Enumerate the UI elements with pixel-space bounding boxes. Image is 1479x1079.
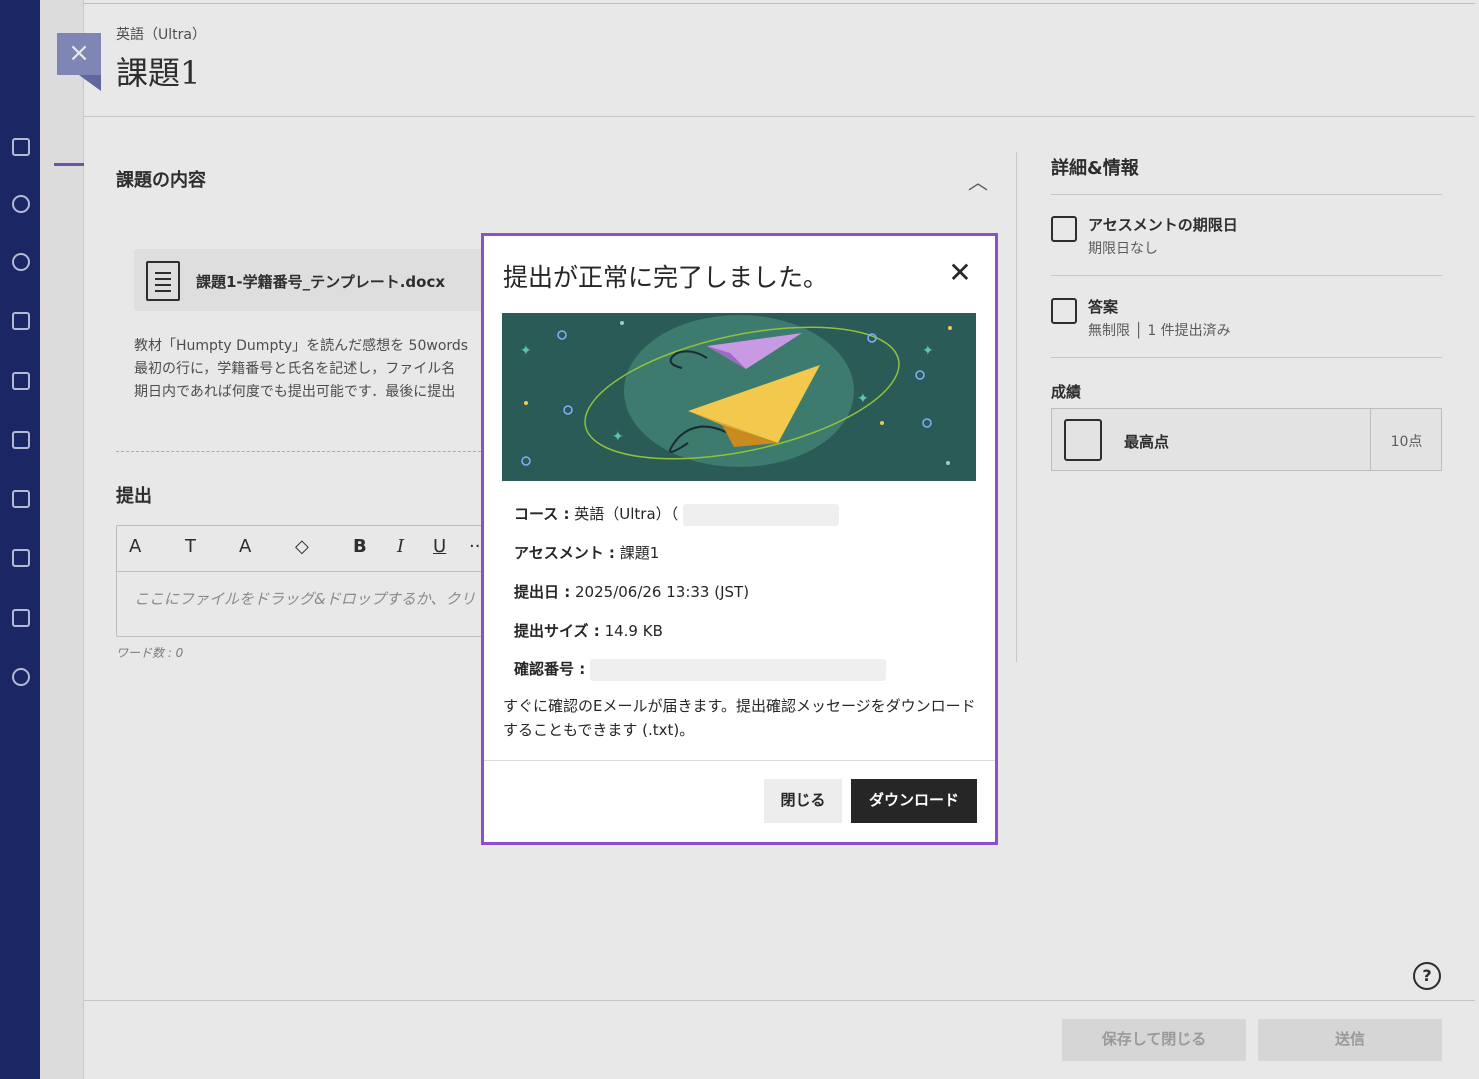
svg-text:✦: ✦ <box>922 343 934 359</box>
size-info: 提出サイズ : 14.9 KB <box>514 620 663 641</box>
paper-plane-illustration: ✦ ✦ ✦ ✦ <box>502 313 976 481</box>
redacted-confirmation-number <box>590 658 887 681</box>
dialog-footer: 閉じる ダウンロード <box>484 760 995 845</box>
assessment-value: 課題1 <box>619 544 660 562</box>
date-info: 提出日 : 2025/06/26 13:33 (JST) <box>514 581 749 602</box>
redacted-course-id <box>682 503 839 526</box>
svg-text:✦: ✦ <box>857 391 869 407</box>
size-key: 提出サイズ : <box>514 622 600 640</box>
close-button[interactable]: 閉じる <box>764 779 842 823</box>
confirmation-info: 確認番号 : <box>514 658 887 681</box>
svg-text:✦: ✦ <box>612 429 624 445</box>
size-value: 14.9 KB <box>604 622 663 640</box>
download-button[interactable]: ダウンロード <box>851 779 977 823</box>
date-value: 2025/06/26 13:33 (JST) <box>575 583 750 601</box>
assessment-key: アセスメント : <box>514 544 615 562</box>
assessment-info: アセスメント : 課題1 <box>514 542 659 563</box>
close-icon[interactable]: ✕ <box>946 259 974 288</box>
confirmation-key: 確認番号 : <box>514 660 586 678</box>
course-info: コース : 英語（Ultra）（ <box>514 503 839 526</box>
submission-success-dialog: 提出が正常に完了しました。 ✕ ✦ ✦ ✦ ✦ コース: 英語（Ultra）（… <box>481 233 998 845</box>
course-value: 英語（Ultra）（ <box>574 505 679 523</box>
course-key: コース : <box>514 505 570 523</box>
date-key: 提出日 : <box>514 583 571 601</box>
svg-text:✦: ✦ <box>520 343 532 359</box>
dialog-title: 提出が正常に完了しました。 <box>503 263 829 292</box>
dialog-note: すぐに確認のEメールが届きます。提出確認メッセージをダウンロードすることもできま… <box>503 697 976 739</box>
banner-art: ✦ ✦ ✦ ✦ <box>520 315 952 467</box>
